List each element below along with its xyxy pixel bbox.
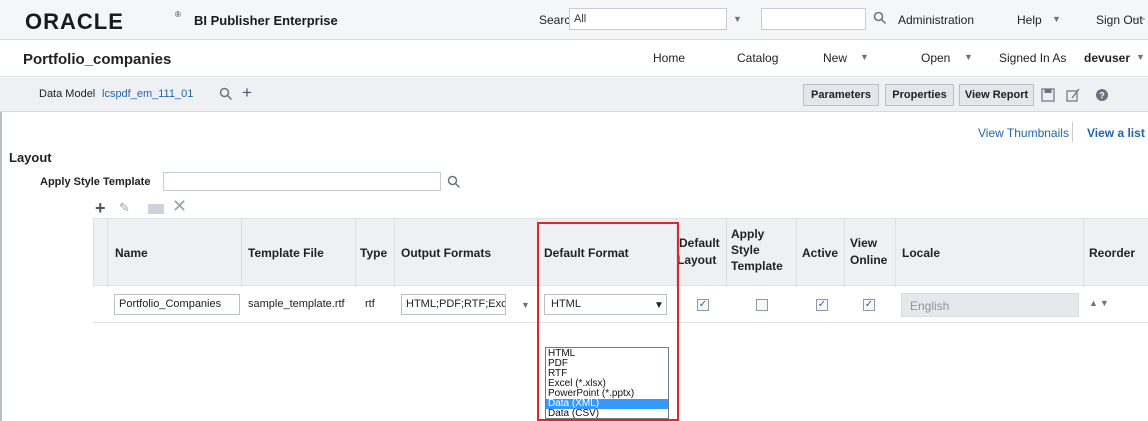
layout-heading: Layout xyxy=(9,150,52,165)
view-thumbnails-link[interactable]: View Thumbnails xyxy=(978,126,1069,140)
edit-icon[interactable]: ✎ xyxy=(119,200,130,216)
nav-open-menu[interactable]: Open xyxy=(921,51,950,65)
column-header-output-formats[interactable]: Output Formats xyxy=(401,246,491,260)
reorder-arrows-icon[interactable]: ▲▼ xyxy=(1089,298,1111,308)
add-icon[interactable]: + xyxy=(242,83,252,103)
search-icon[interactable] xyxy=(218,86,234,102)
save-as-icon[interactable] xyxy=(1066,88,1080,102)
template-file-cell: sample_template.rtf xyxy=(248,298,345,310)
search-input[interactable] xyxy=(761,8,866,30)
column-header-default-layout-line2: Layout xyxy=(677,253,717,267)
page-title: Portfolio_companies xyxy=(23,51,172,68)
search-icon[interactable] xyxy=(872,10,888,26)
dash-icon: - - xyxy=(1134,11,1146,25)
column-header-apply-style-line3: Template xyxy=(731,259,783,273)
chevron-down-icon[interactable]: ▼ xyxy=(521,300,530,310)
chevron-down-icon[interactable]: ▼ xyxy=(1052,14,1061,24)
help-icon[interactable]: ? xyxy=(1095,88,1109,102)
locale-select: English xyxy=(901,293,1079,317)
column-header-view-online[interactable]: View xyxy=(850,236,877,250)
layout-name-input[interactable]: Portfolio_Companies xyxy=(114,294,240,315)
apply-style-template-label: Apply Style Template xyxy=(40,176,151,188)
nav-catalog-link[interactable]: Catalog xyxy=(737,51,778,65)
column-header-view-online-line2: Online xyxy=(850,253,888,267)
search-scope-select[interactable]: All xyxy=(569,8,727,30)
view-list-link[interactable]: View a list xyxy=(1087,126,1145,140)
oracle-logo: ORACLE xyxy=(25,9,124,34)
report-toolbar: Data Model lcspdf_em_111_01 + Parameters… xyxy=(0,78,1148,112)
output-formats-select[interactable]: HTML;PDF;RTF;Excel xyxy=(401,294,506,315)
apply-style-template-input[interactable] xyxy=(163,172,441,191)
svg-text:?: ? xyxy=(1099,91,1105,101)
edit-xml-icon[interactable] xyxy=(148,204,164,214)
column-header-locale[interactable]: Locale xyxy=(902,246,940,260)
column-header-type[interactable]: Type xyxy=(360,246,387,260)
nav-new-menu[interactable]: New xyxy=(823,51,847,65)
nav-home-link[interactable]: Home xyxy=(653,51,685,65)
add-layout-icon[interactable]: + xyxy=(95,198,106,219)
delete-icon[interactable]: ✕ xyxy=(172,196,187,217)
chevron-down-icon[interactable]: ▼ xyxy=(860,52,869,62)
help-menu[interactable]: Help xyxy=(1017,13,1042,27)
search-icon[interactable] xyxy=(446,174,462,190)
product-name: BI Publisher Enterprise xyxy=(194,13,338,28)
column-header-name[interactable]: Name xyxy=(115,246,148,260)
chevron-down-icon[interactable]: ▼ xyxy=(1136,52,1145,62)
save-icon[interactable] xyxy=(1041,88,1055,102)
active-checkbox[interactable]: ✓ xyxy=(816,299,828,311)
page-border xyxy=(0,112,2,421)
user-menu[interactable]: devuser xyxy=(1084,51,1130,65)
chevron-down-icon[interactable]: ▼ xyxy=(964,52,973,62)
divider xyxy=(1072,122,1073,142)
default-format-highlight xyxy=(537,222,679,421)
view-report-button[interactable]: View Report xyxy=(959,84,1034,106)
chevron-down-icon[interactable]: ▼ xyxy=(733,14,742,24)
registered-mark: ® xyxy=(175,10,181,19)
column-header-template-file[interactable]: Template File xyxy=(248,246,324,260)
data-model-link[interactable]: lcspdf_em_111_01 xyxy=(102,88,193,100)
column-header-apply-style-line2: Style xyxy=(731,243,760,257)
properties-button[interactable]: Properties xyxy=(885,84,954,106)
administration-link[interactable]: Administration xyxy=(898,13,974,27)
column-header-default-layout[interactable]: Default xyxy=(679,236,720,250)
parameters-button[interactable]: Parameters xyxy=(803,84,879,106)
column-header-reorder[interactable]: Reorder xyxy=(1089,246,1135,260)
view-online-checkbox[interactable]: ✓ xyxy=(863,299,875,311)
type-cell: rtf xyxy=(365,298,375,310)
global-header: ORACLE ® BI Publisher Enterprise Search … xyxy=(0,0,1148,40)
column-header-apply-style[interactable]: Apply xyxy=(731,227,764,241)
report-header: Portfolio_companies Home Catalog New ▼ O… xyxy=(0,41,1148,77)
signed-in-as-label: Signed In As xyxy=(999,51,1067,65)
apply-style-checkbox[interactable] xyxy=(756,299,768,311)
data-model-label: Data Model xyxy=(39,88,96,100)
default-layout-checkbox[interactable]: ✓ xyxy=(697,299,709,311)
column-header-active[interactable]: Active xyxy=(802,246,838,260)
